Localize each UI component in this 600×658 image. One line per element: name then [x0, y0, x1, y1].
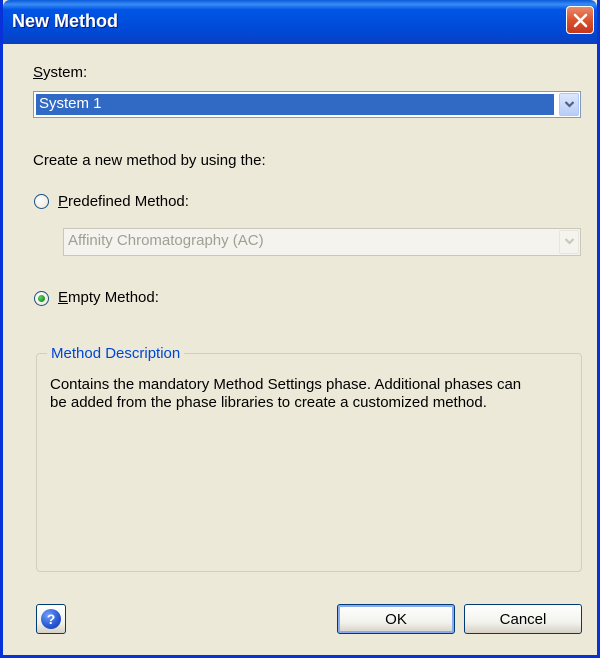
- radio-selected-dot: [38, 295, 45, 302]
- predefined-method-dropdown-button: [559, 230, 579, 254]
- dialog-title: New Method: [12, 11, 118, 31]
- predefined-method-radio[interactable]: [34, 194, 49, 209]
- method-description-title: Method Description: [47, 345, 185, 362]
- create-prompt: Create a new method by using the:: [33, 152, 266, 169]
- help-button[interactable]: ?: [36, 604, 66, 634]
- close-button[interactable]: [566, 6, 594, 34]
- close-icon: [573, 13, 588, 28]
- system-select-value: System 1: [36, 94, 554, 115]
- help-icon: ?: [41, 609, 61, 629]
- system-label: System:: [33, 64, 88, 81]
- system-select[interactable]: System 1: [33, 91, 581, 118]
- chevron-down-icon: [564, 101, 575, 108]
- chevron-down-icon: [564, 238, 575, 245]
- empty-method-label[interactable]: Empty Method:: [58, 289, 159, 306]
- method-description-text: Contains the mandatory Method Settings p…: [50, 376, 522, 411]
- cancel-button[interactable]: Cancel: [464, 604, 582, 634]
- predefined-method-select: Affinity Chromatography (AC): [63, 228, 581, 256]
- predefined-method-label[interactable]: Predefined Method:: [58, 193, 189, 210]
- new-method-dialog: New Method System: System 1 Create a new…: [0, 0, 600, 658]
- predefined-method-select-value: Affinity Chromatography (AC): [68, 232, 264, 249]
- title-bar[interactable]: New Method: [3, 0, 597, 44]
- empty-method-radio[interactable]: [34, 291, 49, 306]
- ok-button[interactable]: OK: [337, 604, 455, 634]
- system-select-dropdown-button[interactable]: [559, 93, 579, 116]
